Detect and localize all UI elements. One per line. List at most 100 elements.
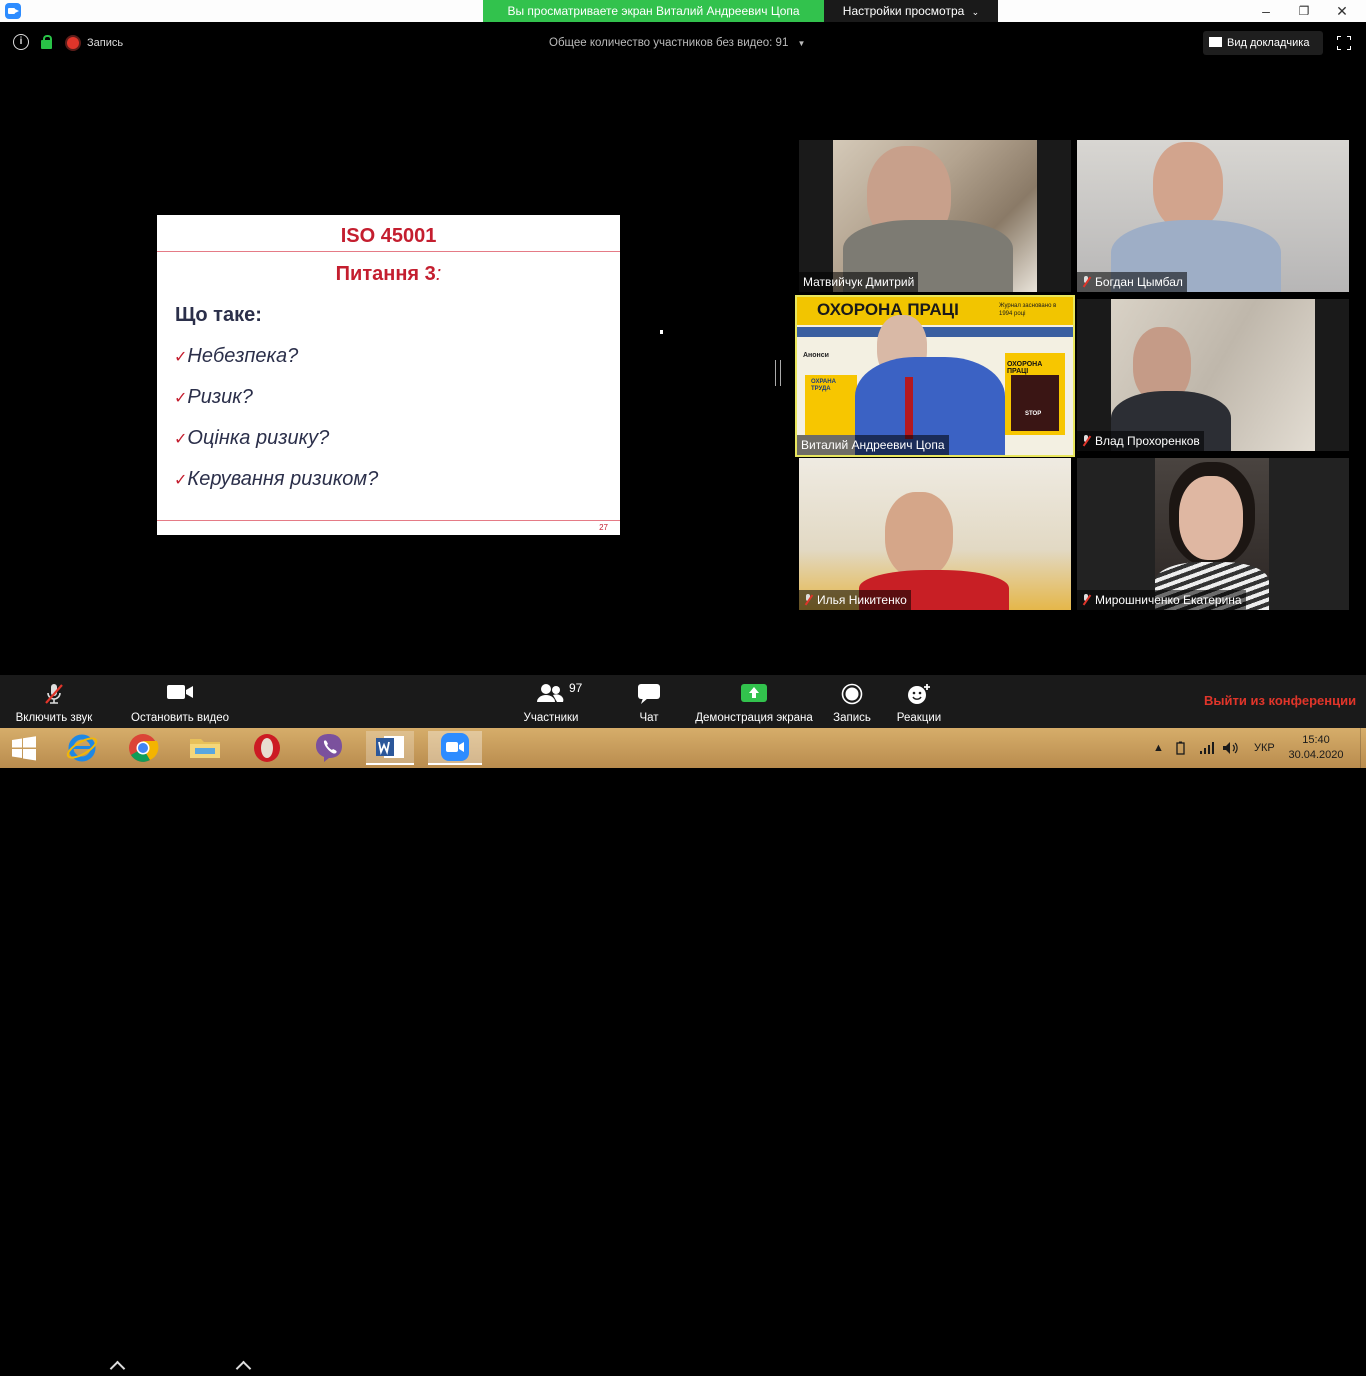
checkmark-icon: ✓ bbox=[174, 431, 188, 448]
slide-divider bbox=[157, 251, 620, 252]
slide-list-item-text: Оцінка ризику? bbox=[187, 427, 330, 449]
unmute-label: Включить звук bbox=[15, 712, 93, 724]
meeting-toolbar: Включить звук Остановить видео 97 Участн… bbox=[0, 675, 1366, 1376]
screen-magazine-2-stop: STOP bbox=[1025, 411, 1042, 417]
fullscreen-icon[interactable] bbox=[1336, 35, 1352, 51]
restore-button[interactable]: ❐ bbox=[1286, 0, 1322, 22]
screen-magazine-1: ОХРАНА ТРУДА bbox=[805, 375, 857, 435]
chat-button[interactable]: Чат bbox=[626, 675, 672, 728]
participant-head bbox=[885, 492, 953, 578]
participant-name-tag: Илья Никитенко bbox=[799, 590, 911, 610]
participants-button[interactable]: 97 Участники bbox=[516, 675, 586, 728]
stop-video-button[interactable]: Остановить видео bbox=[128, 675, 232, 728]
ie-icon[interactable] bbox=[58, 731, 106, 765]
video-camera-icon bbox=[166, 683, 194, 704]
participants-count: 97 bbox=[569, 681, 583, 695]
slide-subtitle: Питання 3: bbox=[157, 263, 620, 286]
viber-icon[interactable] bbox=[305, 731, 353, 765]
participant-video bbox=[833, 140, 1037, 292]
audio-options-caret-icon[interactable] bbox=[109, 1360, 126, 1376]
screen-share-banner: Вы просматриваете экран Виталий Андрееви… bbox=[483, 0, 824, 22]
reactions-button[interactable]: Реакции bbox=[892, 675, 946, 728]
participant-video-tile[interactable]: Матвийчук Дмитрий bbox=[799, 140, 1071, 292]
participant-name: Богдан Цымбал bbox=[1095, 275, 1183, 289]
slide-list-item-text: Керування ризиком? bbox=[187, 468, 379, 490]
view-options-label: Настройки просмотра bbox=[842, 4, 965, 18]
muted-mic-icon bbox=[803, 594, 813, 605]
view-options-button[interactable]: Настройки просмотра ⌄ bbox=[824, 0, 998, 22]
participant-video-tile[interactable]: Мирошниченко Екатерина bbox=[1077, 458, 1349, 610]
screen-banner-text: ОХОРОНА ПРАЦІ bbox=[817, 300, 959, 319]
zoom-icon[interactable] bbox=[428, 731, 482, 765]
slide-title: ISO 45001 bbox=[340, 225, 437, 247]
close-button[interactable]: ✕ bbox=[1324, 0, 1360, 22]
share-screen-button[interactable]: Демонстрация экрана bbox=[690, 675, 818, 728]
participant-name: Влад Прохоренков bbox=[1095, 434, 1200, 448]
reactions-label: Реакции bbox=[896, 712, 942, 724]
record-label: Запись bbox=[833, 712, 871, 724]
no-video-count-label: Общее количество участников без видео: 9… bbox=[549, 37, 789, 49]
chrome-icon[interactable] bbox=[119, 731, 167, 765]
minimize-button[interactable]: – bbox=[1248, 0, 1284, 22]
grid-icon bbox=[1209, 37, 1222, 47]
speaker-view-label: Вид докладчика bbox=[1227, 37, 1310, 49]
participant-head bbox=[1179, 476, 1243, 560]
chevron-down-icon: ⌄ bbox=[971, 7, 980, 17]
unmute-button[interactable]: Включить звук bbox=[6, 675, 102, 728]
participant-name: Виталий Андреевич Цопа bbox=[797, 435, 949, 455]
splitter-handle[interactable] bbox=[775, 360, 781, 386]
checkmark-icon: ✓ bbox=[174, 472, 188, 489]
slide-subtitle-text: Питання 3 bbox=[335, 263, 436, 285]
muted-microphone-icon bbox=[42, 683, 66, 708]
screen-magazine-2-title: ОХОРОНА ПРАЦІ bbox=[1007, 361, 1043, 375]
slide-list-item: ✓Ризик? bbox=[174, 386, 253, 409]
speaker-view-button[interactable]: Вид докладчика bbox=[1203, 31, 1323, 55]
participant-name: Мирошниченко Екатерина bbox=[1095, 593, 1242, 607]
slide-footer-line bbox=[157, 520, 620, 521]
smiley-plus-icon bbox=[906, 683, 932, 708]
leave-meeting-button[interactable]: Выйти из конференции bbox=[1204, 693, 1356, 708]
screen-side-label: Анонси bbox=[803, 352, 829, 359]
participant-video-tile[interactable]: Илья Никитенко bbox=[799, 458, 1071, 610]
share-screen-icon bbox=[740, 683, 768, 706]
record-button[interactable]: Запись bbox=[828, 675, 876, 728]
tray-show-hidden-icon[interactable]: ▲ bbox=[1153, 728, 1164, 768]
participant-video bbox=[1077, 140, 1349, 292]
word-icon[interactable] bbox=[366, 731, 414, 765]
pointer-cursor-icon bbox=[660, 330, 663, 334]
participants-label: Участники bbox=[523, 712, 579, 724]
participant-video-tile-active-speaker[interactable]: ОХОРОНА ПРАЦІ Журнал засновано в 1994 ро… bbox=[795, 295, 1075, 457]
tray-clock[interactable]: 15:40 30.04.2020 bbox=[1288, 733, 1344, 763]
zoom-logo-icon bbox=[5, 3, 21, 19]
no-video-participants-dropdown[interactable]: Общее количество участников без видео: 9… bbox=[549, 34, 805, 52]
tray-battery-icon[interactable] bbox=[1175, 728, 1191, 768]
chat-label: Чат bbox=[639, 712, 659, 724]
file-explorer-icon[interactable] bbox=[181, 731, 229, 765]
lock-icon[interactable] bbox=[41, 35, 52, 49]
chat-bubble-icon bbox=[637, 683, 661, 708]
stop-video-label: Остановить видео bbox=[131, 712, 229, 724]
opera-icon[interactable] bbox=[243, 731, 291, 765]
screen-magazine-2: ОХОРОНА ПРАЦІ STOP bbox=[1005, 353, 1065, 435]
screen-banner: ОХОРОНА ПРАЦІ Журнал засновано в 1994 ро… bbox=[797, 297, 1073, 325]
participant-name-tag: Богдан Цымбал bbox=[1077, 272, 1187, 292]
slide-question: Що таке: bbox=[175, 304, 262, 326]
muted-mic-icon bbox=[1081, 276, 1091, 287]
participant-name-tag: Влад Прохоренков bbox=[1077, 431, 1204, 451]
record-icon bbox=[841, 683, 863, 708]
show-desktop-button[interactable] bbox=[1360, 728, 1366, 768]
participant-tie bbox=[905, 377, 913, 439]
participant-video-tile[interactable]: Влад Прохоренков bbox=[1077, 299, 1349, 451]
participant-video-tile[interactable]: Богдан Цымбал bbox=[1077, 140, 1349, 292]
slide-list-item: ✓Оцінка ризику? bbox=[174, 427, 329, 450]
participant-name-tag: Мирошниченко Екатерина bbox=[1077, 590, 1246, 610]
recording-indicator-icon bbox=[67, 37, 79, 49]
screen-magazine-2-cover bbox=[1011, 375, 1059, 431]
tray-volume-icon[interactable] bbox=[1222, 728, 1240, 768]
start-icon[interactable] bbox=[0, 731, 48, 765]
tray-network-icon[interactable] bbox=[1199, 728, 1215, 768]
slide-list-item-text: Небезпека? bbox=[187, 345, 299, 367]
info-icon[interactable]: i bbox=[13, 34, 29, 50]
tray-language[interactable]: УКР bbox=[1254, 728, 1275, 768]
video-options-caret-icon[interactable] bbox=[235, 1360, 252, 1376]
